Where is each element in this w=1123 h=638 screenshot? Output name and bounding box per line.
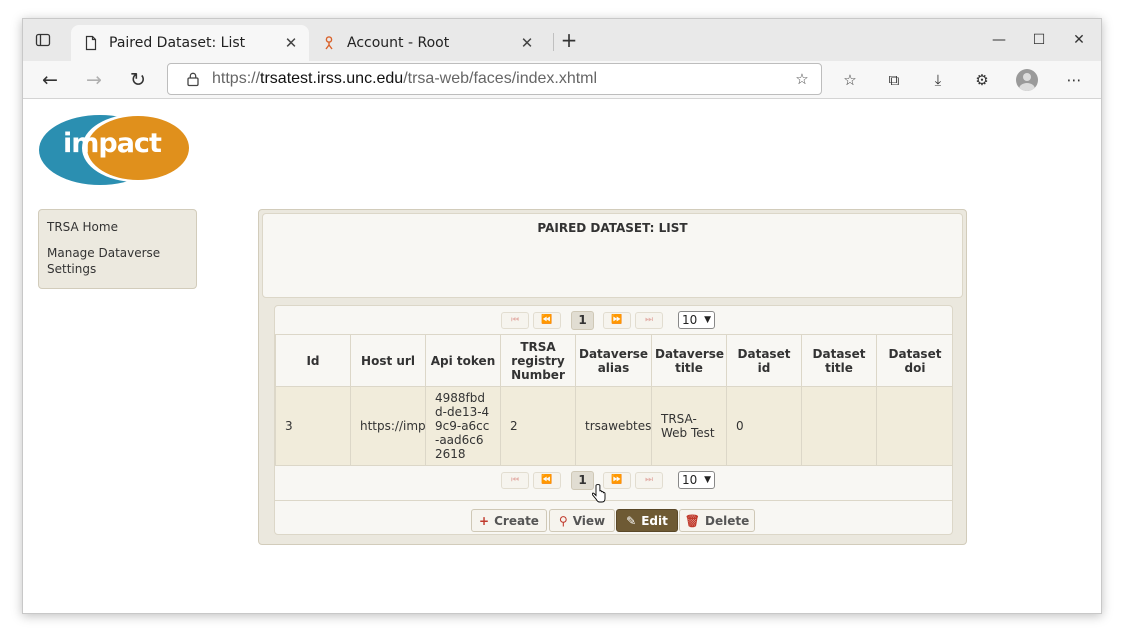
column-header-dataverse-alias[interactable]: Dataverse alias xyxy=(575,334,652,387)
column-header-id[interactable]: Id xyxy=(275,334,351,387)
column-header-host-url[interactable]: Host url xyxy=(350,334,426,387)
create-button[interactable]: + Create xyxy=(471,509,547,532)
site-favicon-icon xyxy=(325,36,333,50)
collections-icon[interactable]: ⧉ xyxy=(883,70,905,90)
new-tab-icon[interactable]: + xyxy=(558,29,580,51)
first-page-button[interactable]: ⏮ xyxy=(501,312,529,329)
column-header-dataset-doi[interactable]: Dataset doi xyxy=(876,334,952,387)
address-bar[interactable]: https://trsatest.irss.unc.edu/trsa-web/f… xyxy=(167,63,822,95)
pencil-icon: ✎ xyxy=(626,513,637,528)
table-row[interactable]: 3 https://imp 4988fbdd-de13-49c9-a6cc-aa… xyxy=(275,386,952,466)
tab-account-root[interactable]: Account - Root ✕ xyxy=(309,25,545,61)
rows-per-page-select[interactable]: 10 ▼ xyxy=(678,471,715,489)
logo-text: impact xyxy=(63,128,162,159)
close-tab-icon[interactable]: ✕ xyxy=(517,34,537,52)
page-number-button[interactable]: 1 xyxy=(571,471,594,490)
tab-actions-icon[interactable] xyxy=(35,32,51,48)
paired-dataset-panel: PAIRED DATASET: LIST ⏮ ⏪ 1 ⏩ ⏭ 10 ▼ Id H… xyxy=(258,209,967,545)
reload-icon[interactable]: ↻ xyxy=(125,68,151,92)
page-icon xyxy=(85,35,97,51)
lock-icon[interactable] xyxy=(184,71,202,87)
page-number-button[interactable]: 1 xyxy=(571,311,594,330)
back-icon[interactable]: ← xyxy=(37,68,63,92)
mouse-cursor-icon xyxy=(592,484,606,503)
column-header-api-token[interactable]: Api token xyxy=(425,334,501,387)
cell-dataverse-title: TRSA-Web Test xyxy=(651,386,727,466)
cell-host-url: https://imp xyxy=(350,386,426,466)
tab-strip: Paired Dataset: List ✕ Account - Root ✕ … xyxy=(23,19,1101,61)
cell-dataset-title xyxy=(801,386,877,466)
more-menu-icon[interactable]: ⋯ xyxy=(1063,70,1085,90)
last-page-button[interactable]: ⏭ xyxy=(635,472,663,489)
paginator-bottom: ⏮ ⏪ 1 ⏩ ⏭ 10 ▼ xyxy=(275,465,952,493)
browser-window: Paired Dataset: List ✕ Account - Root ✕ … xyxy=(22,18,1102,614)
side-menu: TRSA Home Manage Dataverse Settings xyxy=(38,209,197,289)
tab-separator xyxy=(553,33,554,51)
cell-dataverse-alias: trsawebtest xyxy=(575,386,652,466)
cell-dataset-id: 0 xyxy=(726,386,802,466)
paginator-top: ⏮ ⏪ 1 ⏩ ⏭ 10 ▼ xyxy=(275,306,952,334)
menu-item-manage-dataverse-settings[interactable]: Manage Dataverse Settings xyxy=(47,245,188,277)
datatable: ⏮ ⏪ 1 ⏩ ⏭ 10 ▼ Id Host url Api token TRS… xyxy=(274,305,953,535)
maximize-icon[interactable]: ☐ xyxy=(1024,29,1054,51)
favorites-icon[interactable]: ☆ xyxy=(839,70,861,90)
tab-title: Account - Root xyxy=(347,35,450,51)
cell-id: 3 xyxy=(275,386,351,466)
panel-title: PAIRED DATASET: LIST xyxy=(262,213,963,298)
forward-icon[interactable]: → xyxy=(81,68,107,92)
column-header-dataset-id[interactable]: Dataset id xyxy=(726,334,802,387)
cell-trsa-registry-number: 2 xyxy=(500,386,576,466)
action-buttons: + Create ⚲ View ✎ Edit 🗑 Delete xyxy=(275,500,952,534)
downloads-icon[interactable]: ⤓ xyxy=(927,70,949,90)
delete-button[interactable]: 🗑 Delete xyxy=(679,509,755,532)
profile-avatar[interactable] xyxy=(1016,69,1038,91)
add-favorite-icon[interactable]: ☆ xyxy=(791,70,813,88)
url-text: https://trsatest.irss.unc.edu/trsa-web/f… xyxy=(212,70,598,87)
plus-icon: + xyxy=(479,513,490,528)
page-content: impact TRSA Home Manage Dataverse Settin… xyxy=(23,100,1101,613)
next-page-button[interactable]: ⏩ xyxy=(603,472,631,489)
trash-icon: 🗑 xyxy=(684,513,700,528)
minimize-icon[interactable]: — xyxy=(984,29,1014,51)
prev-page-button[interactable]: ⏪ xyxy=(533,312,561,329)
table-header-row: Id Host url Api token TRSA registry Numb… xyxy=(275,334,952,387)
column-header-dataverse-title[interactable]: Dataverse title xyxy=(651,334,727,387)
paired-dataset-table: Id Host url Api token TRSA registry Numb… xyxy=(275,334,952,466)
close-window-icon[interactable]: ✕ xyxy=(1064,29,1094,51)
browser-toolbar: ← → ↻ https://trsatest.irss.unc.edu/trsa… xyxy=(23,61,1101,99)
menu-item-trsa-home[interactable]: TRSA Home xyxy=(47,219,188,235)
cell-dataset-doi xyxy=(876,386,952,466)
tab-title: Paired Dataset: List xyxy=(109,35,246,51)
edit-button[interactable]: ✎ Edit xyxy=(616,509,678,532)
close-tab-icon[interactable]: ✕ xyxy=(281,34,301,52)
prev-page-button[interactable]: ⏪ xyxy=(533,472,561,489)
impact-logo: impact xyxy=(37,114,191,186)
rows-per-page-select[interactable]: 10 ▼ xyxy=(678,311,715,329)
cell-api-token: 4988fbdd-de13-49c9-a6cc-aad6c62618 xyxy=(425,386,501,466)
extensions-icon[interactable]: ⚙ xyxy=(971,70,993,90)
view-button[interactable]: ⚲ View xyxy=(549,509,615,532)
tab-paired-dataset[interactable]: Paired Dataset: List ✕ xyxy=(71,25,309,61)
first-page-button[interactable]: ⏮ xyxy=(501,472,529,489)
search-icon: ⚲ xyxy=(558,513,568,528)
column-header-dataset-title[interactable]: Dataset title xyxy=(801,334,877,387)
next-page-button[interactable]: ⏩ xyxy=(603,312,631,329)
last-page-button[interactable]: ⏭ xyxy=(635,312,663,329)
column-header-trsa-registry-number[interactable]: TRSA registry Number xyxy=(500,334,576,387)
